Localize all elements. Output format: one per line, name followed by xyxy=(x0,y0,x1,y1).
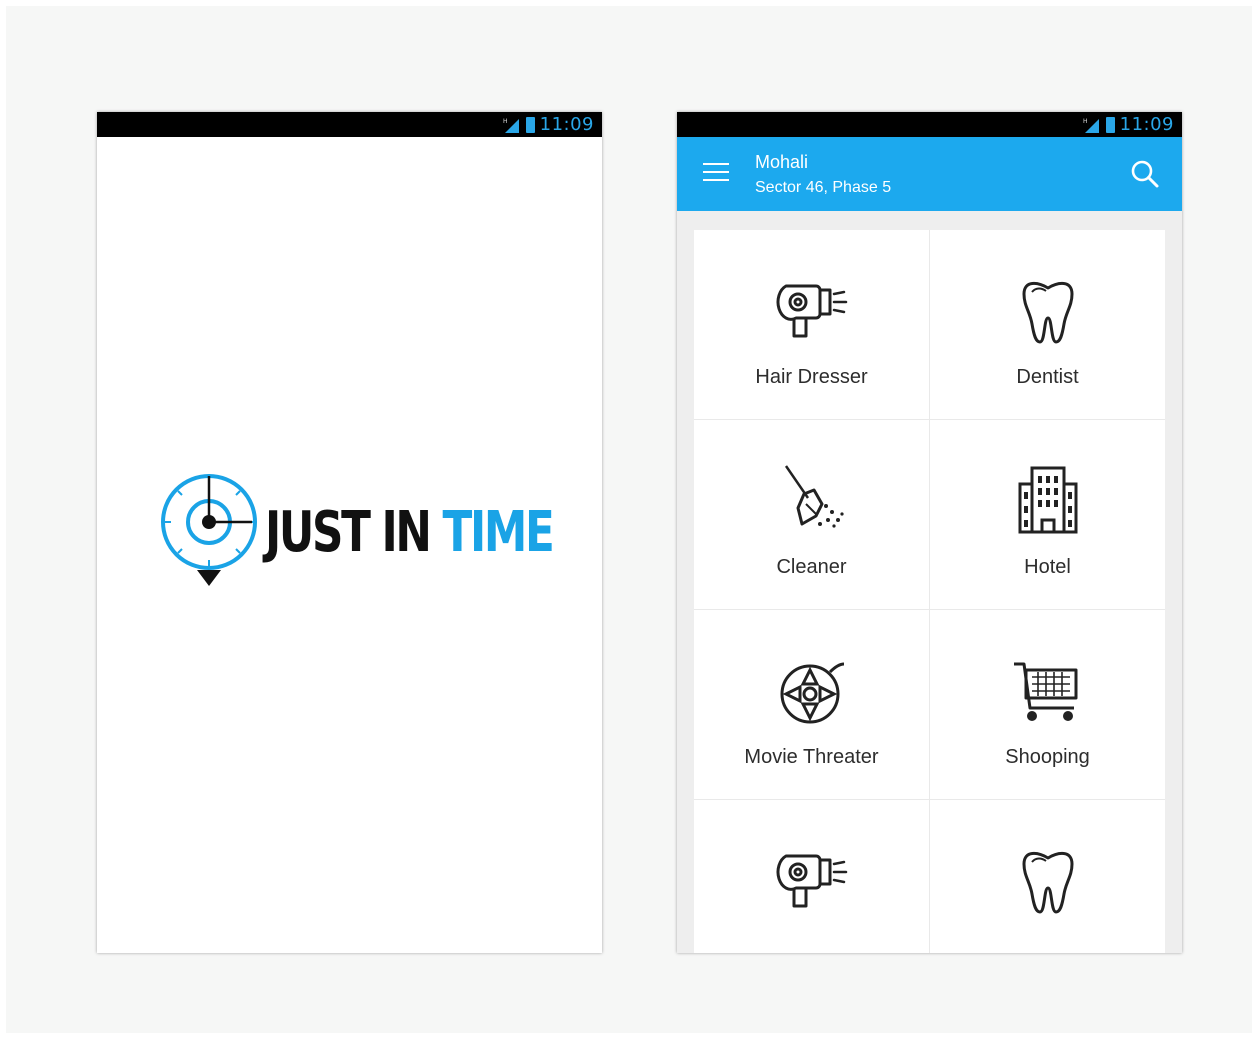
film-reel-icon xyxy=(780,662,844,724)
logo-word-time: TIME xyxy=(442,499,554,565)
hotel-building-icon xyxy=(1018,466,1077,534)
status-bar: H 11:09 xyxy=(677,112,1182,137)
status-time: 11:09 xyxy=(1119,114,1174,135)
hair-dryer-icon xyxy=(776,854,847,908)
category-tile-movie-theater[interactable]: Movie Threater xyxy=(694,610,929,799)
category-tile-hair-dresser[interactable]: Hair Dresser xyxy=(694,230,929,419)
signal-icon: H xyxy=(1083,118,1099,133)
category-label: Hair Dresser xyxy=(755,366,868,388)
clock-pin-logo-icon xyxy=(161,474,257,586)
category-label: Dentist xyxy=(1016,366,1079,388)
app-bar: Mohali Sector 46, Phase 5 xyxy=(677,137,1182,211)
signal-icon: H xyxy=(503,118,519,133)
category-tile-hotel[interactable]: Hotel xyxy=(930,420,1165,609)
tooth-icon xyxy=(1022,852,1073,914)
logo-word-just-in: JUST IN xyxy=(265,499,432,565)
battery-icon xyxy=(1105,116,1115,133)
category-tile-dentist-2[interactable] xyxy=(930,800,1165,953)
search-icon[interactable] xyxy=(1130,159,1160,189)
category-grid: Hair Dresser Dentist Cleaner Hotel Movie… xyxy=(694,230,1165,953)
home-screen: H 11:09 Mohali Sector 46, Phase 5 Hair D… xyxy=(677,112,1182,953)
category-tile-cleaner[interactable]: Cleaner xyxy=(694,420,929,609)
category-label: Hotel xyxy=(1024,556,1071,578)
location-city[interactable]: Mohali xyxy=(755,152,808,173)
status-time: 11:09 xyxy=(539,114,594,135)
category-label: Shooping xyxy=(1005,746,1090,768)
category-tile-dentist[interactable]: Dentist xyxy=(930,230,1165,419)
category-label: Movie Threater xyxy=(744,746,879,768)
battery-icon xyxy=(525,116,535,133)
shopping-cart-icon xyxy=(1013,662,1077,721)
screenshot-canvas: H 11:09 JUST IN TIME H 11:09 Mohali Sect… xyxy=(6,6,1252,1033)
status-bar: H 11:09 xyxy=(97,112,602,137)
category-tile-shopping[interactable]: Shooping xyxy=(930,610,1165,799)
category-label: Cleaner xyxy=(776,556,847,578)
tooth-icon xyxy=(1022,282,1073,344)
hamburger-menu-icon[interactable] xyxy=(703,161,729,183)
location-area[interactable]: Sector 46, Phase 5 xyxy=(755,179,891,197)
logo-wordmark: JUST IN TIME xyxy=(265,499,555,565)
app-logo: JUST IN TIME xyxy=(157,472,602,592)
hair-dryer-icon xyxy=(776,284,847,338)
category-tile-hair-dresser-2[interactable] xyxy=(694,800,929,953)
splash-screen: H 11:09 JUST IN TIME xyxy=(97,112,602,953)
svg-text:H: H xyxy=(503,118,508,125)
broom-icon xyxy=(784,465,844,528)
svg-text:H: H xyxy=(1083,118,1088,125)
